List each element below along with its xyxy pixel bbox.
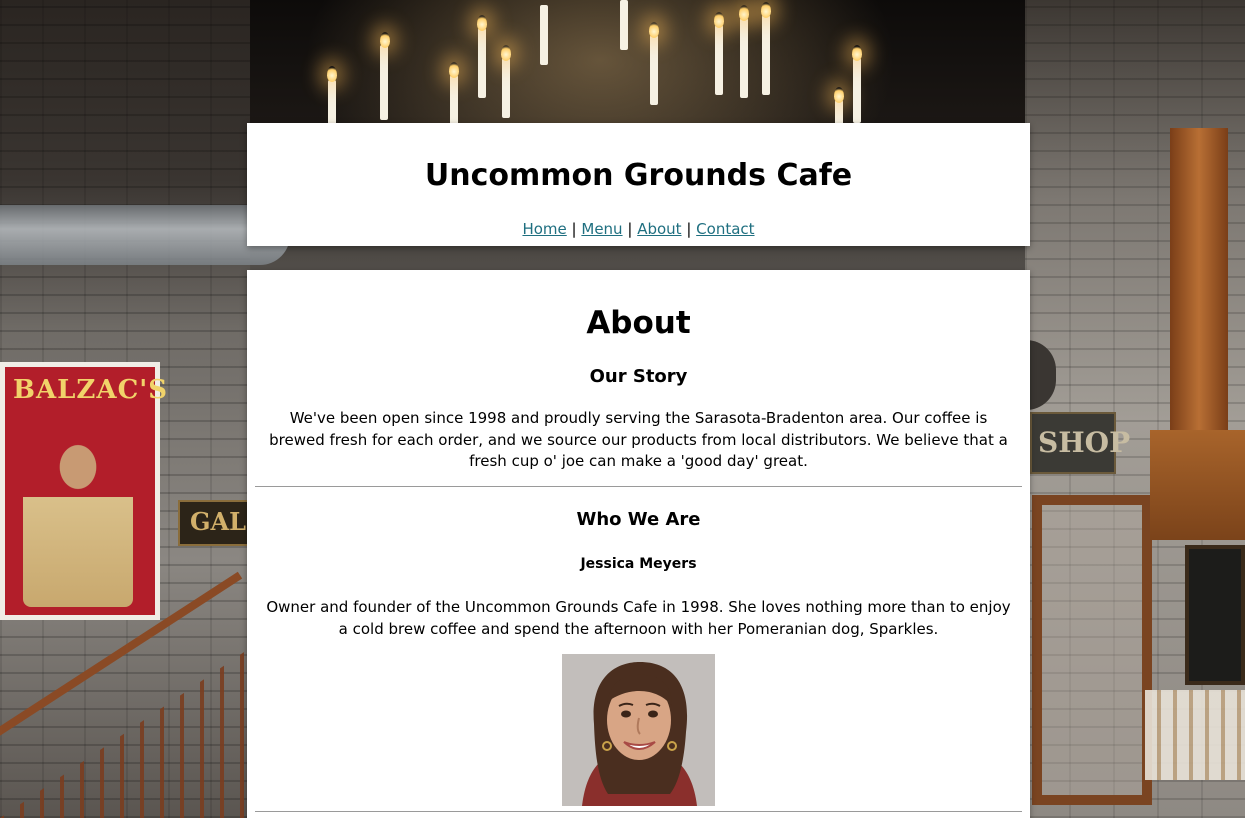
candle [380, 45, 388, 120]
nav-link-menu[interactable]: Menu [581, 220, 622, 238]
nav-separator: | [571, 220, 577, 238]
candle [835, 100, 843, 125]
chalkboard [1185, 545, 1245, 685]
candle [853, 58, 861, 123]
candle [620, 0, 628, 50]
nav-link-home[interactable]: Home [522, 220, 566, 238]
candle-flame [852, 45, 862, 61]
candle [540, 5, 548, 65]
section-divider [255, 486, 1022, 487]
wooden-balcony [1150, 430, 1245, 540]
candle-flame [761, 2, 771, 18]
candle-flame [834, 87, 844, 103]
candle [762, 15, 770, 95]
person-name: Jessica Meyers [580, 556, 697, 572]
shop-sign: SHOP [1030, 412, 1130, 474]
chandelier [320, 0, 880, 130]
candle-flame [449, 62, 459, 78]
candle [478, 28, 486, 98]
section-divider [255, 811, 1022, 812]
wooden-mirror [1032, 495, 1152, 805]
person-bio: Owner and founder of the Uncommon Ground… [266, 598, 1011, 638]
candle-flame [380, 32, 390, 48]
bottle-shelf [1145, 690, 1245, 780]
candle-flame [327, 66, 337, 82]
candle-flame [739, 5, 749, 21]
our-story-heading: Our Story [589, 366, 688, 387]
main-content: About Our Story We've been open since 19… [247, 270, 1030, 818]
our-story-text: We've been open since 1998 and proudly s… [269, 409, 1008, 470]
candle-flame [501, 45, 511, 61]
candle-flame [477, 15, 487, 31]
candle [502, 58, 510, 118]
candle-flame [714, 12, 724, 28]
candle [740, 18, 748, 98]
who-we-are-heading: Who We Are [576, 509, 701, 530]
candle [650, 35, 658, 105]
nav-link-contact[interactable]: Contact [696, 220, 754, 238]
person-portrait-icon [562, 654, 715, 806]
balzacs-poster: BALZAC'S [0, 362, 167, 620]
candle [715, 25, 723, 95]
gallery-sign: GAL [178, 500, 250, 546]
poster-title: BALZAC'S [13, 375, 169, 405]
site-title: Uncommon Grounds Cafe [424, 158, 853, 193]
main-nav: Home | Menu | About | Contact [247, 219, 1030, 239]
poster-figure [23, 437, 133, 607]
page-title: About [586, 305, 691, 341]
nav-link-about[interactable]: About [637, 220, 681, 238]
candle [450, 75, 458, 125]
site-header: Uncommon Grounds Cafe Home | Menu | Abou… [247, 123, 1030, 246]
nav-separator: | [686, 220, 692, 238]
wooden-column [1170, 128, 1228, 448]
candle [328, 80, 336, 125]
avatar [562, 654, 715, 806]
candle-flame [649, 22, 659, 38]
nav-separator: | [627, 220, 633, 238]
